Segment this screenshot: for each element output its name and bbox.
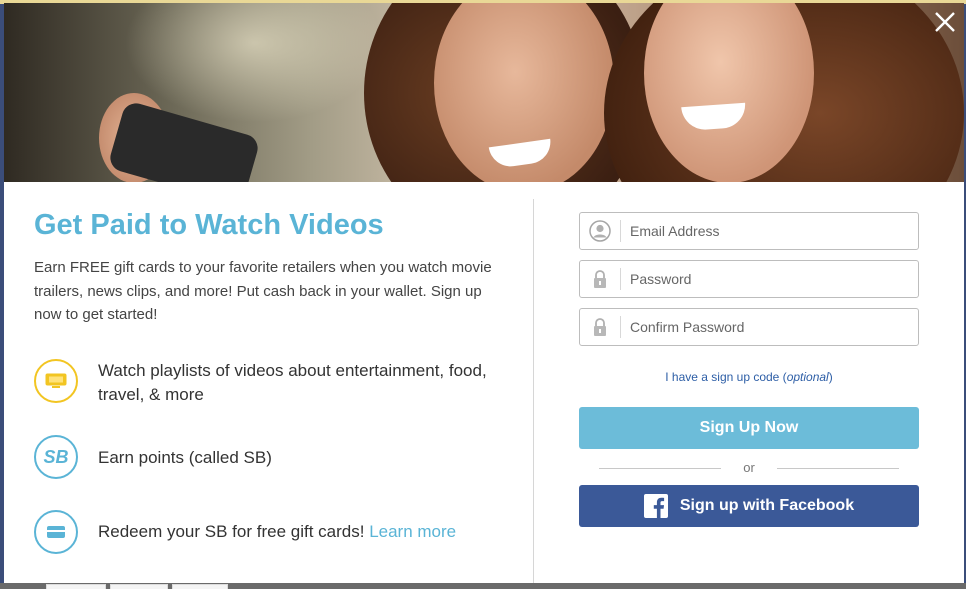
email-field[interactable] <box>579 212 919 250</box>
sign-up-button[interactable]: Sign Up Now <box>579 407 919 449</box>
signup-code-link[interactable]: I have a sign up code (optional) <box>579 370 919 384</box>
facebook-signup-button[interactable]: Sign up with Facebook <box>579 485 919 527</box>
lock-icon <box>580 309 620 345</box>
close-button[interactable] <box>932 9 958 35</box>
gift-card-icon <box>34 510 78 554</box>
facebook-button-label: Sign up with Facebook <box>679 497 855 514</box>
confirm-password-input[interactable] <box>622 309 912 345</box>
benefits-column: Get Paid to Watch Videos Earn FREE gift … <box>34 203 514 554</box>
window-bottom-strip <box>0 583 966 589</box>
page-title: Get Paid to Watch Videos <box>34 209 384 241</box>
signup-modal: Get Paid to Watch Videos Earn FREE gift … <box>4 3 964 585</box>
password-input[interactable] <box>622 261 912 297</box>
close-icon <box>935 12 955 32</box>
feature-redeem-text: Redeem your SB for free gift cards! Lear… <box>98 520 498 544</box>
feature-redeem-label: Redeem your SB for free gift cards! <box>98 522 365 541</box>
password-field[interactable] <box>579 260 919 298</box>
email-input[interactable] <box>622 213 912 249</box>
hero-photo <box>4 3 964 182</box>
or-divider: or <box>599 459 899 477</box>
lock-icon <box>580 261 620 297</box>
feature-earn-text: Earn points (called SB) <box>98 448 272 467</box>
facebook-icon <box>643 494 668 518</box>
confirm-password-field[interactable] <box>579 308 919 346</box>
tv-icon <box>34 359 78 403</box>
sb-icon: SB <box>34 435 78 479</box>
user-icon <box>580 213 620 249</box>
learn-more-link[interactable]: Learn more <box>369 522 456 541</box>
column-divider <box>533 199 534 585</box>
feature-watch-text: Watch playlists of videos about entertai… <box>98 361 487 404</box>
intro-text: Earn FREE gift cards to your favorite re… <box>34 259 492 323</box>
